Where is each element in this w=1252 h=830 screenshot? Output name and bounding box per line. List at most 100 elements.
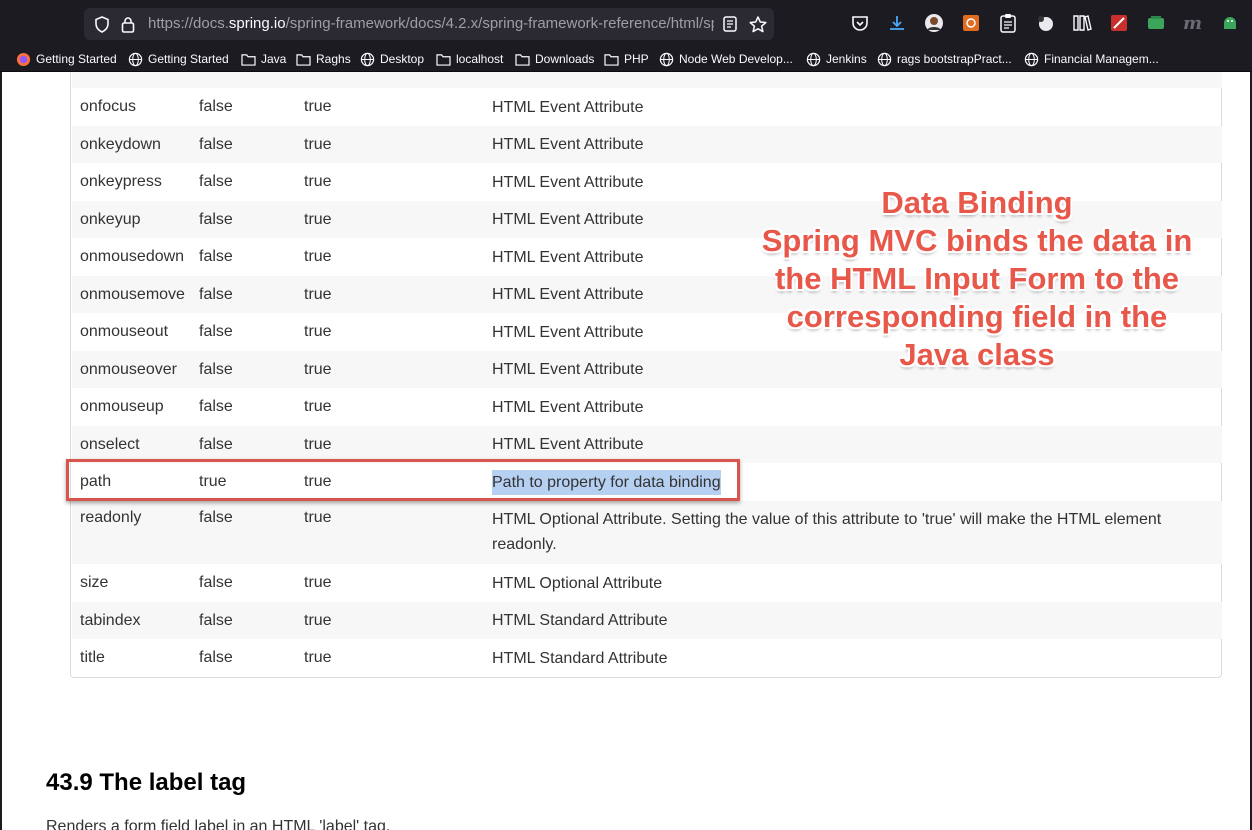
table-row: readonly false true HTML Optional Attrib… xyxy=(72,501,1222,564)
annotation-line: corresponding field in the xyxy=(786,299,1168,334)
extension-android-icon[interactable] xyxy=(1217,10,1243,36)
cell-attribute: path xyxy=(80,473,112,490)
pocket-icon[interactable] xyxy=(847,10,873,36)
bookmarks-bar: Getting Started Getting Started Java Rag… xyxy=(0,46,1252,72)
cell-runtime: true xyxy=(304,72,332,88)
bookmark-label: rags bootstrapPract... xyxy=(897,52,1012,66)
globe-icon xyxy=(877,52,892,66)
cell-runtime: true xyxy=(304,285,332,303)
cell-required: false xyxy=(199,135,233,153)
cell-attribute: onkeydown xyxy=(80,135,161,153)
clipboard-icon[interactable] xyxy=(995,10,1021,36)
bookmark-label: Desktop xyxy=(380,52,425,66)
downloads-icon[interactable] xyxy=(884,10,910,36)
table-row: tabindex false true HTML Standard Attrib… xyxy=(72,602,1222,639)
bookmark-item[interactable]: Getting Started xyxy=(16,50,117,68)
cell-attribute: readonly xyxy=(80,509,142,526)
extension-ball-icon[interactable] xyxy=(1032,10,1058,36)
cell-required: false xyxy=(199,435,233,453)
bookmark-item[interactable]: Node Web Develop... xyxy=(659,50,793,68)
section-heading: 43.9 The label tag xyxy=(46,769,247,796)
cell-runtime: true xyxy=(304,435,332,453)
cell-attribute: onmousedown xyxy=(80,248,185,265)
cell-description: HTML Standard Attribute xyxy=(492,612,668,629)
bookmark-folder[interactable]: Java xyxy=(241,50,286,68)
extension-orange-icon[interactable] xyxy=(958,10,984,36)
cell-runtime: true xyxy=(304,611,332,629)
table-row: onselect false true HTML Event Attribute xyxy=(72,426,1222,463)
bookmark-folder[interactable]: PHP xyxy=(604,50,649,68)
cell-runtime: true xyxy=(304,248,332,265)
star-icon[interactable] xyxy=(748,14,768,34)
bookmark-folder[interactable]: Downloads xyxy=(515,50,594,68)
folder-icon xyxy=(515,53,530,66)
cell-attribute: title xyxy=(80,649,105,666)
cell-attribute: onblclick xyxy=(80,72,141,88)
cell-attribute: onmousemove xyxy=(80,285,185,303)
cell-attribute: onmouseup xyxy=(80,398,164,415)
cell-runtime: true xyxy=(304,473,332,490)
globe-icon xyxy=(1024,52,1039,66)
bookmark-label: PHP xyxy=(624,52,649,66)
bookmark-label: Jenkins xyxy=(826,52,867,66)
reader-view-icon[interactable] xyxy=(720,14,740,34)
cell-required: false xyxy=(199,398,233,415)
extension-red-wand-icon[interactable] xyxy=(1106,10,1132,36)
bookmark-label: Raghs xyxy=(316,52,351,66)
cell-required: false xyxy=(199,285,233,303)
annotation-line: the HTML Input Form to the xyxy=(774,261,1180,296)
shield-icon[interactable] xyxy=(92,14,112,34)
cell-description: HTML Event Attribute xyxy=(492,436,644,453)
cell-required: false xyxy=(199,98,233,115)
bookmark-item[interactable]: rags bootstrapPract... xyxy=(877,50,1012,68)
firefox-icon xyxy=(16,52,31,66)
bookmark-item[interactable]: Jenkins xyxy=(806,50,867,68)
selected-text: Path to property for data binding xyxy=(492,469,721,495)
cell-description: HTML Event Attribute xyxy=(492,72,1202,88)
cell-required: false xyxy=(199,360,233,378)
cell-attribute: onkeypress xyxy=(80,173,162,190)
bookmark-folder[interactable]: Raghs xyxy=(296,50,351,68)
bookmark-label: Java xyxy=(261,52,287,66)
section-text: Renders a form field label in an HTML 'l… xyxy=(46,818,391,830)
table-row: onmouseup false true HTML Event Attribut… xyxy=(72,388,1222,426)
bookmark-label: localhost xyxy=(456,52,504,66)
account-avatar-icon[interactable] xyxy=(921,10,947,36)
cell-description: Path to property for data binding xyxy=(492,463,1202,501)
bookmark-folder[interactable]: localhost xyxy=(436,50,503,68)
page-viewport: onblclick false true HTML Event Attribut… xyxy=(2,72,1250,830)
folder-icon xyxy=(436,53,451,66)
folder-icon xyxy=(296,53,311,66)
url-bar[interactable]: https://docs.spring.io/spring-framework/… xyxy=(84,8,774,40)
cell-required: false xyxy=(199,323,233,340)
table-row: title false true HTML Standard Attribute xyxy=(72,639,1222,677)
lock-icon[interactable] xyxy=(118,14,138,34)
cell-required: true xyxy=(199,473,227,490)
cell-runtime: true xyxy=(304,574,332,591)
bookmark-label: Getting Started xyxy=(148,52,229,66)
bookmark-item[interactable]: Financial Managem... xyxy=(1024,50,1159,68)
cell-attribute: onmouseout xyxy=(80,323,169,340)
bookmark-label: Node Web Develop... xyxy=(679,52,793,66)
globe-icon xyxy=(659,52,674,66)
browser-toolbar: https://docs.spring.io/spring-framework/… xyxy=(0,0,1252,46)
cell-required: false xyxy=(199,509,233,526)
cell-runtime: true xyxy=(304,98,332,115)
cell-attribute: size xyxy=(80,574,109,591)
folder-icon xyxy=(604,53,619,66)
url-text[interactable]: https://docs.spring.io/spring-framework/… xyxy=(148,15,714,33)
extension-green-icon[interactable] xyxy=(1143,10,1169,36)
cell-description: HTML Event Attribute xyxy=(492,398,644,416)
cell-runtime: true xyxy=(304,398,332,415)
extension-m-icon[interactable]: m xyxy=(1180,10,1206,36)
cell-required: false xyxy=(199,574,233,591)
bookmark-item[interactable]: Getting Started xyxy=(128,50,229,68)
cell-attribute: tabindex xyxy=(80,611,141,629)
cell-attribute: onselect xyxy=(80,435,140,453)
cell-required: false xyxy=(199,611,233,629)
bookmark-item[interactable]: Desktop xyxy=(360,50,424,68)
library-icon[interactable] xyxy=(1069,10,1095,36)
cell-description: HTML Event Attribute xyxy=(492,136,644,153)
table-row: onfocus false true HTML Event Attribute xyxy=(72,88,1222,126)
table-row: onblclick false true HTML Event Attribut… xyxy=(72,72,1222,88)
